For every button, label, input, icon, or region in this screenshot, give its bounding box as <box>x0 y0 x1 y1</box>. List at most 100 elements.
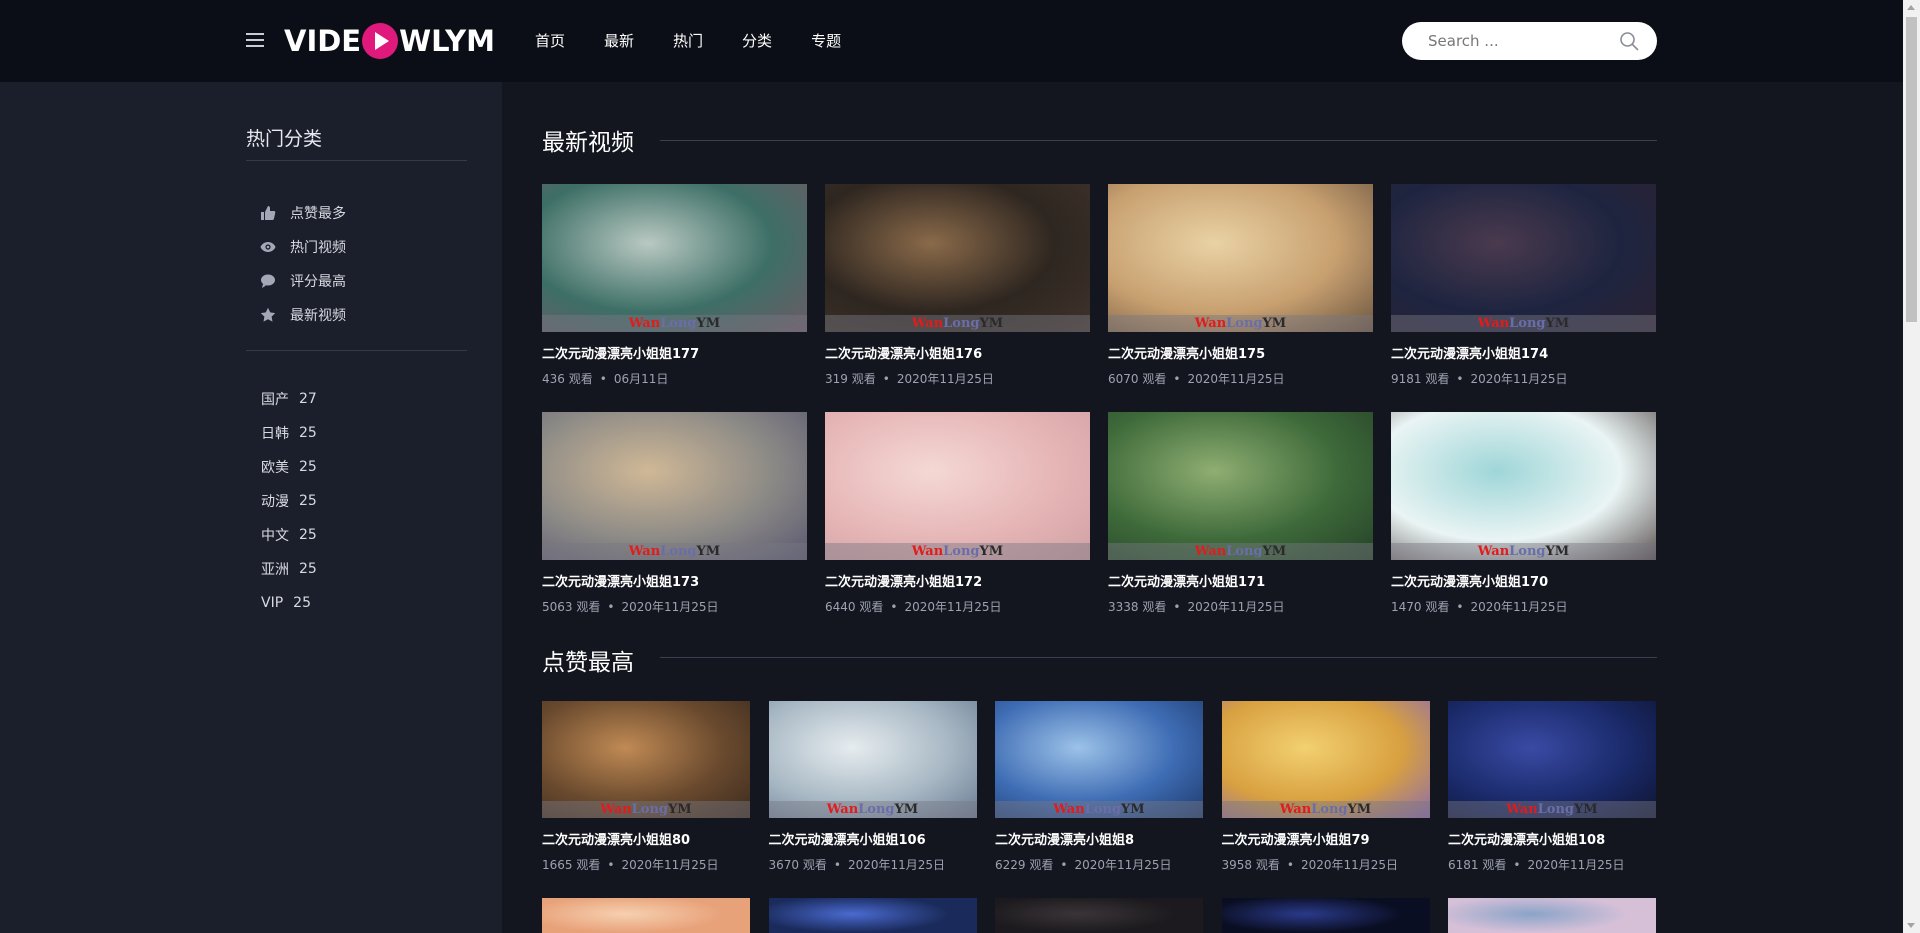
video-thumbnail[interactable] <box>1221 898 1430 933</box>
page-scrollbar[interactable] <box>1903 0 1920 933</box>
video-title[interactable]: 二次元动漫漂亮小姐姐79 <box>1222 829 1430 848</box>
video-thumbnail[interactable]: WanLongYM <box>542 701 750 818</box>
video-card[interactable]: WanLongYM 二次元动漫漂亮小姐姐175 6070 观看 • 2020年11月25… <box>1108 184 1373 387</box>
video-thumbnail[interactable]: WanLongYM <box>542 184 807 332</box>
video-card[interactable]: WanLongYM 二次元动漫漂亮小姐姐173 5063 观看 • 2020年11月25… <box>542 412 807 615</box>
meta-separator: • <box>1456 372 1464 386</box>
video-card[interactable]: WanLongYM 二次元动漫漂亮小姐姐176 319 观看 • 2020年11月25日 <box>825 184 1090 387</box>
video-thumbnail[interactable] <box>542 898 750 933</box>
video-thumbnail[interactable]: WanLongYM <box>1391 412 1656 560</box>
video-title[interactable]: 二次元动漫漂亮小姐姐174 <box>1391 343 1656 362</box>
video-title[interactable]: 二次元动漫漂亮小姐姐8 <box>995 829 1203 848</box>
video-thumbnail[interactable]: WanLongYM <box>825 184 1090 332</box>
search-icon[interactable] <box>1619 31 1639 51</box>
view-count: 3670 观看 <box>768 858 827 872</box>
category-item[interactable]: 中文 25 <box>261 518 317 552</box>
video-title[interactable]: 二次元动漫漂亮小姐姐175 <box>1108 343 1373 362</box>
scroll-up-arrow-icon[interactable] <box>1907 5 1915 10</box>
thumbnail-watermark: WanLongYM <box>768 801 977 818</box>
watermark-text: Wan <box>1477 316 1510 331</box>
video-card[interactable]: WanLongYM 二次元动漫漂亮小姐姐80 1665 观看 • 2020年11月25日 <box>542 701 750 873</box>
video-title[interactable]: 二次元动漫漂亮小姐姐177 <box>542 343 807 362</box>
video-thumbnail[interactable]: WanLongYM <box>1448 701 1656 818</box>
video-title[interactable]: 二次元动漫漂亮小姐姐170 <box>1391 571 1656 590</box>
watermark-text: Wan <box>1053 802 1085 817</box>
category-item[interactable]: 日韩 25 <box>261 416 317 450</box>
video-thumbnail[interactable]: WanLongYM <box>1108 412 1373 560</box>
thumbnail-watermark: WanLongYM <box>1108 543 1373 560</box>
sidebar-links: 点赞最多 热门视频 评分最高 最新视频 <box>260 196 346 332</box>
publish-date: 2020年11月25日 <box>1300 858 1399 872</box>
scroll-down-arrow-icon[interactable] <box>1907 923 1915 928</box>
watermark-text: Long <box>1226 544 1263 559</box>
video-card[interactable]: WanLongYM 二次元动漫漂亮小姐姐8 6229 观看 • 2020年11月25日 <box>995 701 1203 873</box>
section-title-top-liked: 点赞最高 <box>542 650 634 676</box>
publish-date: 2020年11月25日 <box>904 600 1002 614</box>
video-title[interactable]: 二次元动漫漂亮小姐姐173 <box>542 571 807 590</box>
video-card[interactable] <box>995 898 1203 933</box>
video-title[interactable]: 二次元动漫漂亮小姐姐108 <box>1448 829 1656 848</box>
video-title[interactable]: 二次元动漫漂亮小姐姐176 <box>825 343 1090 362</box>
category-item[interactable]: 亚洲 25 <box>261 552 317 586</box>
video-thumbnail[interactable]: WanLongYM <box>542 412 807 560</box>
video-thumbnail[interactable]: WanLongYM <box>768 701 977 818</box>
thumbnail-watermark: WanLongYM <box>1448 801 1656 818</box>
video-title[interactable]: 二次元动漫漂亮小姐姐171 <box>1108 571 1373 590</box>
video-card[interactable]: WanLongYM 二次元动漫漂亮小姐姐171 3338 观看 • 2020年11月25… <box>1108 412 1373 615</box>
watermark-text: Long <box>1509 316 1546 331</box>
video-thumbnail[interactable] <box>995 898 1203 933</box>
video-thumbnail[interactable] <box>1448 898 1656 933</box>
publish-date: 2020年11月25日 <box>1074 858 1172 872</box>
category-name: 中文 <box>261 528 289 544</box>
video-title[interactable]: 二次元动漫漂亮小姐姐80 <box>542 829 750 848</box>
category-count: 25 <box>299 425 317 441</box>
nav-topic[interactable]: 专题 <box>811 30 841 51</box>
nav-hot[interactable]: 热门 <box>673 30 703 51</box>
category-item[interactable]: 动漫 25 <box>261 484 317 518</box>
video-card[interactable]: WanLongYM 二次元动漫漂亮小姐姐106 3670 观看 • 2020年11月25… <box>768 701 977 873</box>
link-label: 评分最高 <box>290 274 346 290</box>
meta-separator: • <box>882 372 890 386</box>
watermark-text: YM <box>894 802 919 817</box>
sidebar-link-hot-videos[interactable]: 热门视频 <box>260 230 346 264</box>
nav-latest[interactable]: 最新 <box>604 30 634 51</box>
search-input[interactable] <box>1428 31 1608 51</box>
site-logo[interactable]: VIDE WLYM <box>284 21 495 61</box>
video-card[interactable]: WanLongYM 二次元动漫漂亮小姐姐108 6181 观看 • 2020年11月25… <box>1448 701 1656 873</box>
hamburger-menu-icon[interactable] <box>246 33 264 49</box>
sidebar-link-top-rated[interactable]: 评分最高 <box>260 264 346 298</box>
category-item[interactable]: VIP 25 <box>261 586 317 620</box>
video-card[interactable]: WanLongYM 二次元动漫漂亮小姐姐172 6440 观看 • 2020年11月25… <box>825 412 1090 615</box>
video-thumbnail[interactable]: WanLongYM <box>825 412 1090 560</box>
category-item[interactable]: 国产 27 <box>261 382 317 416</box>
video-thumbnail[interactable] <box>768 898 977 933</box>
sidebar-link-most-liked[interactable]: 点赞最多 <box>260 196 346 230</box>
nav-home[interactable]: 首页 <box>535 30 565 51</box>
scrollbar-thumb[interactable] <box>1906 17 1917 322</box>
video-title[interactable]: 二次元动漫漂亮小姐姐106 <box>769 829 977 848</box>
video-thumbnail[interactable]: WanLongYM <box>1391 184 1656 332</box>
video-card[interactable]: WanLongYM 二次元动漫漂亮小姐姐79 3958 观看 • 2020年11月25日 <box>1221 701 1430 873</box>
sidebar-link-newest[interactable]: 最新视频 <box>260 298 346 332</box>
meta-separator: • <box>890 600 898 614</box>
video-card[interactable] <box>1448 898 1656 933</box>
category-item[interactable]: 欧美 25 <box>261 450 317 484</box>
video-title[interactable]: 二次元动漫漂亮小姐姐172 <box>825 571 1090 590</box>
video-card[interactable] <box>542 898 750 933</box>
nav-category[interactable]: 分类 <box>742 30 772 51</box>
video-thumbnail[interactable]: WanLongYM <box>1221 701 1430 818</box>
video-card[interactable]: WanLongYM 二次元动漫漂亮小姐姐177 436 观看 • 06月11日 <box>542 184 807 387</box>
watermark-text: Wan <box>1279 802 1312 817</box>
video-card[interactable] <box>768 898 977 933</box>
watermark-text: Long <box>1311 802 1348 817</box>
video-card[interactable]: WanLongYM 二次元动漫漂亮小姐姐174 9181 观看 • 2020年11月25… <box>1391 184 1656 387</box>
video-card[interactable] <box>1221 898 1430 933</box>
video-card[interactable]: WanLongYM 二次元动漫漂亮小姐姐170 1470 观看 • 2020年11月25… <box>1391 412 1656 615</box>
watermark-text: YM <box>1262 316 1287 331</box>
meta-separator: • <box>1173 600 1181 614</box>
video-thumbnail[interactable]: WanLongYM <box>995 701 1203 818</box>
top-header: VIDE WLYM 首页 最新 热门 分类 专题 <box>0 0 1903 82</box>
main-nav: 首页 最新 热门 分类 专题 <box>535 30 880 51</box>
sidebar: 热门分类 点赞最多 热门视频 评分最高 最新视频 国产 27 日韩 25 欧美 25 … <box>0 82 502 933</box>
video-thumbnail[interactable]: WanLongYM <box>1108 184 1373 332</box>
